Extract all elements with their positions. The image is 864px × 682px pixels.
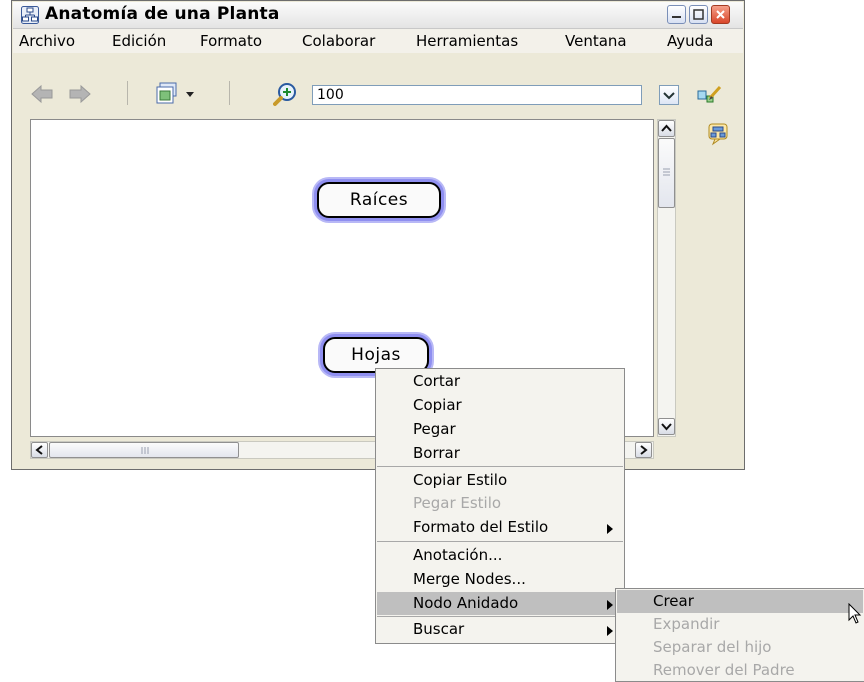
menu-item-copiar-estilo[interactable]: Copiar Estilo xyxy=(377,469,623,492)
menu-colaborar[interactable]: Colaborar xyxy=(302,32,375,50)
zoom-input[interactable]: 100 xyxy=(312,85,642,105)
menu-item-copiar[interactable]: Copiar xyxy=(377,394,623,417)
view-mode-icon[interactable] xyxy=(155,82,179,106)
chevron-down-icon xyxy=(661,423,672,431)
menu-item-anotacion[interactable]: Anotación... xyxy=(377,544,623,567)
node-raices[interactable]: Raíces xyxy=(317,182,441,218)
toolbar-separator xyxy=(229,81,230,105)
submenu-item-expandir: Expandir xyxy=(653,615,720,633)
toolbar-separator xyxy=(127,81,128,105)
scroll-down-button[interactable] xyxy=(658,418,675,435)
scroll-up-button[interactable] xyxy=(658,120,675,137)
submenu-item-separar-hijo: Separar del hijo xyxy=(653,638,772,656)
scroll-right-button[interactable] xyxy=(635,442,652,458)
menu-item-pegar[interactable]: Pegar xyxy=(377,418,623,441)
menu-item-merge-nodes[interactable]: Merge Nodes... xyxy=(377,568,623,591)
menu-item-label: Nodo Anidado xyxy=(413,594,519,612)
chevron-left-icon xyxy=(35,445,43,455)
dropdown-arrow-icon[interactable] xyxy=(185,90,195,98)
context-menu: Cortar Copiar Pegar Borrar Copiar Estilo… xyxy=(375,368,625,644)
submenu-item-crear[interactable]: Crear xyxy=(617,590,863,613)
nested-node-submenu: Crear Expandir Separar del hijo Remover … xyxy=(615,588,864,682)
menu-item-buscar[interactable]: Buscar xyxy=(377,618,623,641)
scroll-left-button[interactable] xyxy=(31,442,48,458)
menu-item-label: Formato del Estilo xyxy=(413,518,549,536)
menu-separator xyxy=(377,616,623,617)
minimize-button[interactable] xyxy=(667,5,686,24)
app-icon xyxy=(21,6,39,24)
zoom-icon[interactable] xyxy=(273,81,299,107)
submenu-arrow-icon xyxy=(607,626,613,636)
grip-icon xyxy=(663,168,670,176)
close-button[interactable] xyxy=(711,5,730,24)
grip-icon xyxy=(141,447,149,454)
mouse-cursor-icon xyxy=(848,603,862,624)
menu-item-label: Buscar xyxy=(413,620,465,638)
chevron-up-icon xyxy=(661,124,672,132)
menu-edicion[interactable]: Edición xyxy=(112,32,166,50)
menu-item-borrar[interactable]: Borrar xyxy=(377,442,623,465)
back-arrow-icon[interactable] xyxy=(31,84,53,104)
submenu-item-remover-padre: Remover del Padre xyxy=(653,661,795,679)
menu-item-formato-estilo[interactable]: Formato del Estilo xyxy=(377,516,623,539)
maximize-button[interactable] xyxy=(689,5,708,24)
menu-herramientas[interactable]: Herramientas xyxy=(416,32,518,50)
minimize-icon xyxy=(672,16,681,18)
menu-bar: Archivo Edición Formato Colaborar Herram… xyxy=(13,29,743,53)
menu-archivo[interactable]: Archivo xyxy=(19,32,75,50)
menu-separator xyxy=(377,466,623,467)
submenu-arrow-icon xyxy=(607,524,613,534)
menu-ventana[interactable]: Ventana xyxy=(565,32,627,50)
menu-item-pegar-estilo: Pegar Estilo xyxy=(413,494,502,512)
title-bar[interactable]: Anatomía de una Planta xyxy=(13,2,743,29)
forward-arrow-icon[interactable] xyxy=(69,84,91,104)
menu-formato[interactable]: Formato xyxy=(200,32,262,50)
maximize-icon xyxy=(693,9,704,20)
menu-item-nodo-anidado[interactable]: Nodo Anidado xyxy=(377,592,623,615)
menu-separator xyxy=(377,541,623,542)
window-title: Anatomía de una Planta xyxy=(45,4,280,24)
close-icon xyxy=(716,10,725,19)
scroll-thumb-horizontal[interactable] xyxy=(49,442,239,458)
chevron-right-icon xyxy=(640,445,648,455)
scroll-thumb-vertical[interactable] xyxy=(658,138,675,208)
vertical-scrollbar[interactable] xyxy=(657,119,676,437)
chevron-down-icon xyxy=(663,92,675,100)
zoom-dropdown-button[interactable] xyxy=(659,85,679,105)
submenu-arrow-icon xyxy=(607,600,613,610)
collaborate-icon[interactable] xyxy=(706,122,730,146)
menu-item-cortar[interactable]: Cortar xyxy=(377,370,623,393)
edit-tool-icon[interactable] xyxy=(697,84,723,106)
toolbar: 100 xyxy=(13,76,743,112)
menu-ayuda[interactable]: Ayuda xyxy=(667,32,713,50)
